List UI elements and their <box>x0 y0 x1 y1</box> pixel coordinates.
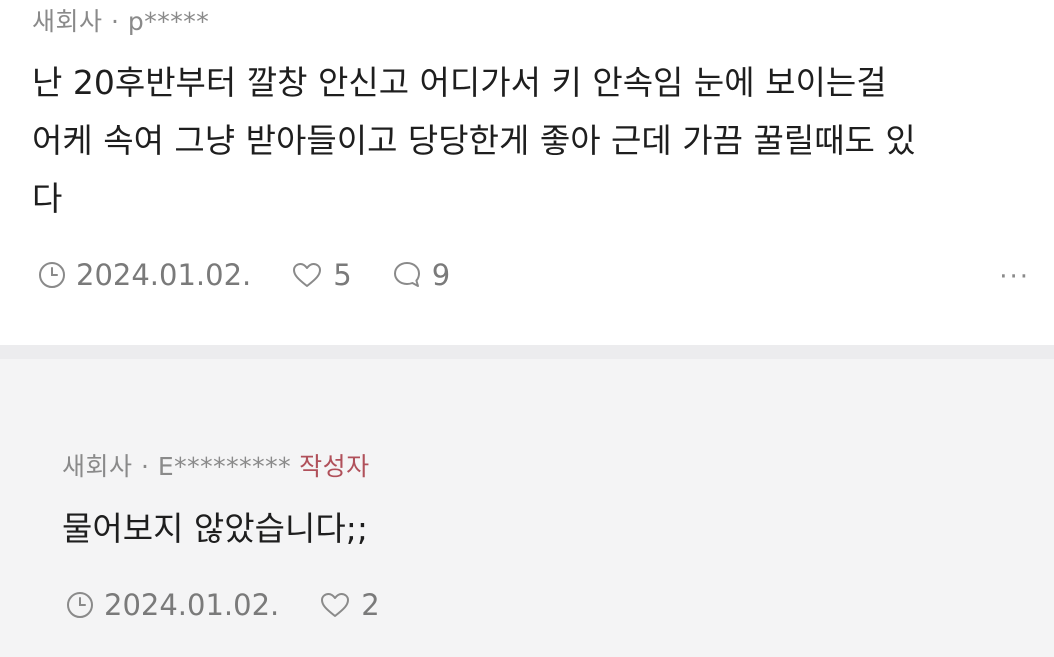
comment-like-count: 5 <box>333 258 352 292</box>
author-badge: 작성자 <box>299 452 370 481</box>
reply-date-text: 2024.01.02. <box>104 588 280 622</box>
reply-text: 물어보지 않았습니다;; <box>62 509 368 548</box>
comment-like-button[interactable]: 5 <box>291 258 352 292</box>
reply-author[interactable]: 새회사 · E********* <box>62 452 291 481</box>
reply-stats: 2024.01.02. 2 <box>66 588 380 622</box>
reply-like-count: 2 <box>361 588 380 622</box>
reply-like-button[interactable]: 2 <box>319 588 380 622</box>
reply-meta: 새회사 · E********* 작성자 <box>62 447 370 483</box>
speech-bubble-icon <box>393 262 420 287</box>
reply-date: 2024.01.02. <box>66 588 279 622</box>
comment-stats: 2024.01.02. 5 9 <box>38 258 450 292</box>
comment-reply-count: 9 <box>431 258 451 292</box>
heart-icon <box>293 263 322 287</box>
clock-icon <box>67 592 93 618</box>
comment-text: 난 20후반부터 깔창 안신고 어디가서 키 안속임 눈에 보이는걸 어케 속여… <box>32 63 916 218</box>
comment-date-text: 2024.01.02. <box>76 258 252 292</box>
section-divider <box>0 345 1054 359</box>
more-dots-icon[interactable]: ··· <box>999 262 1030 292</box>
comment-reply-button[interactable]: 9 <box>392 258 450 292</box>
comment-card: 새회사 · p***** 난 20후반부터 깔창 안신고 어디가서 키 안속임 … <box>0 0 1054 345</box>
post-comments: 새회사 · p***** 난 20후반부터 깔창 안신고 어디가서 키 안속임 … <box>0 0 1054 657</box>
clock-icon <box>39 262 65 288</box>
comment-author[interactable]: 새회사 · p***** <box>32 2 209 38</box>
heart-icon <box>321 593 350 617</box>
comment-date: 2024.01.02. <box>38 258 251 292</box>
